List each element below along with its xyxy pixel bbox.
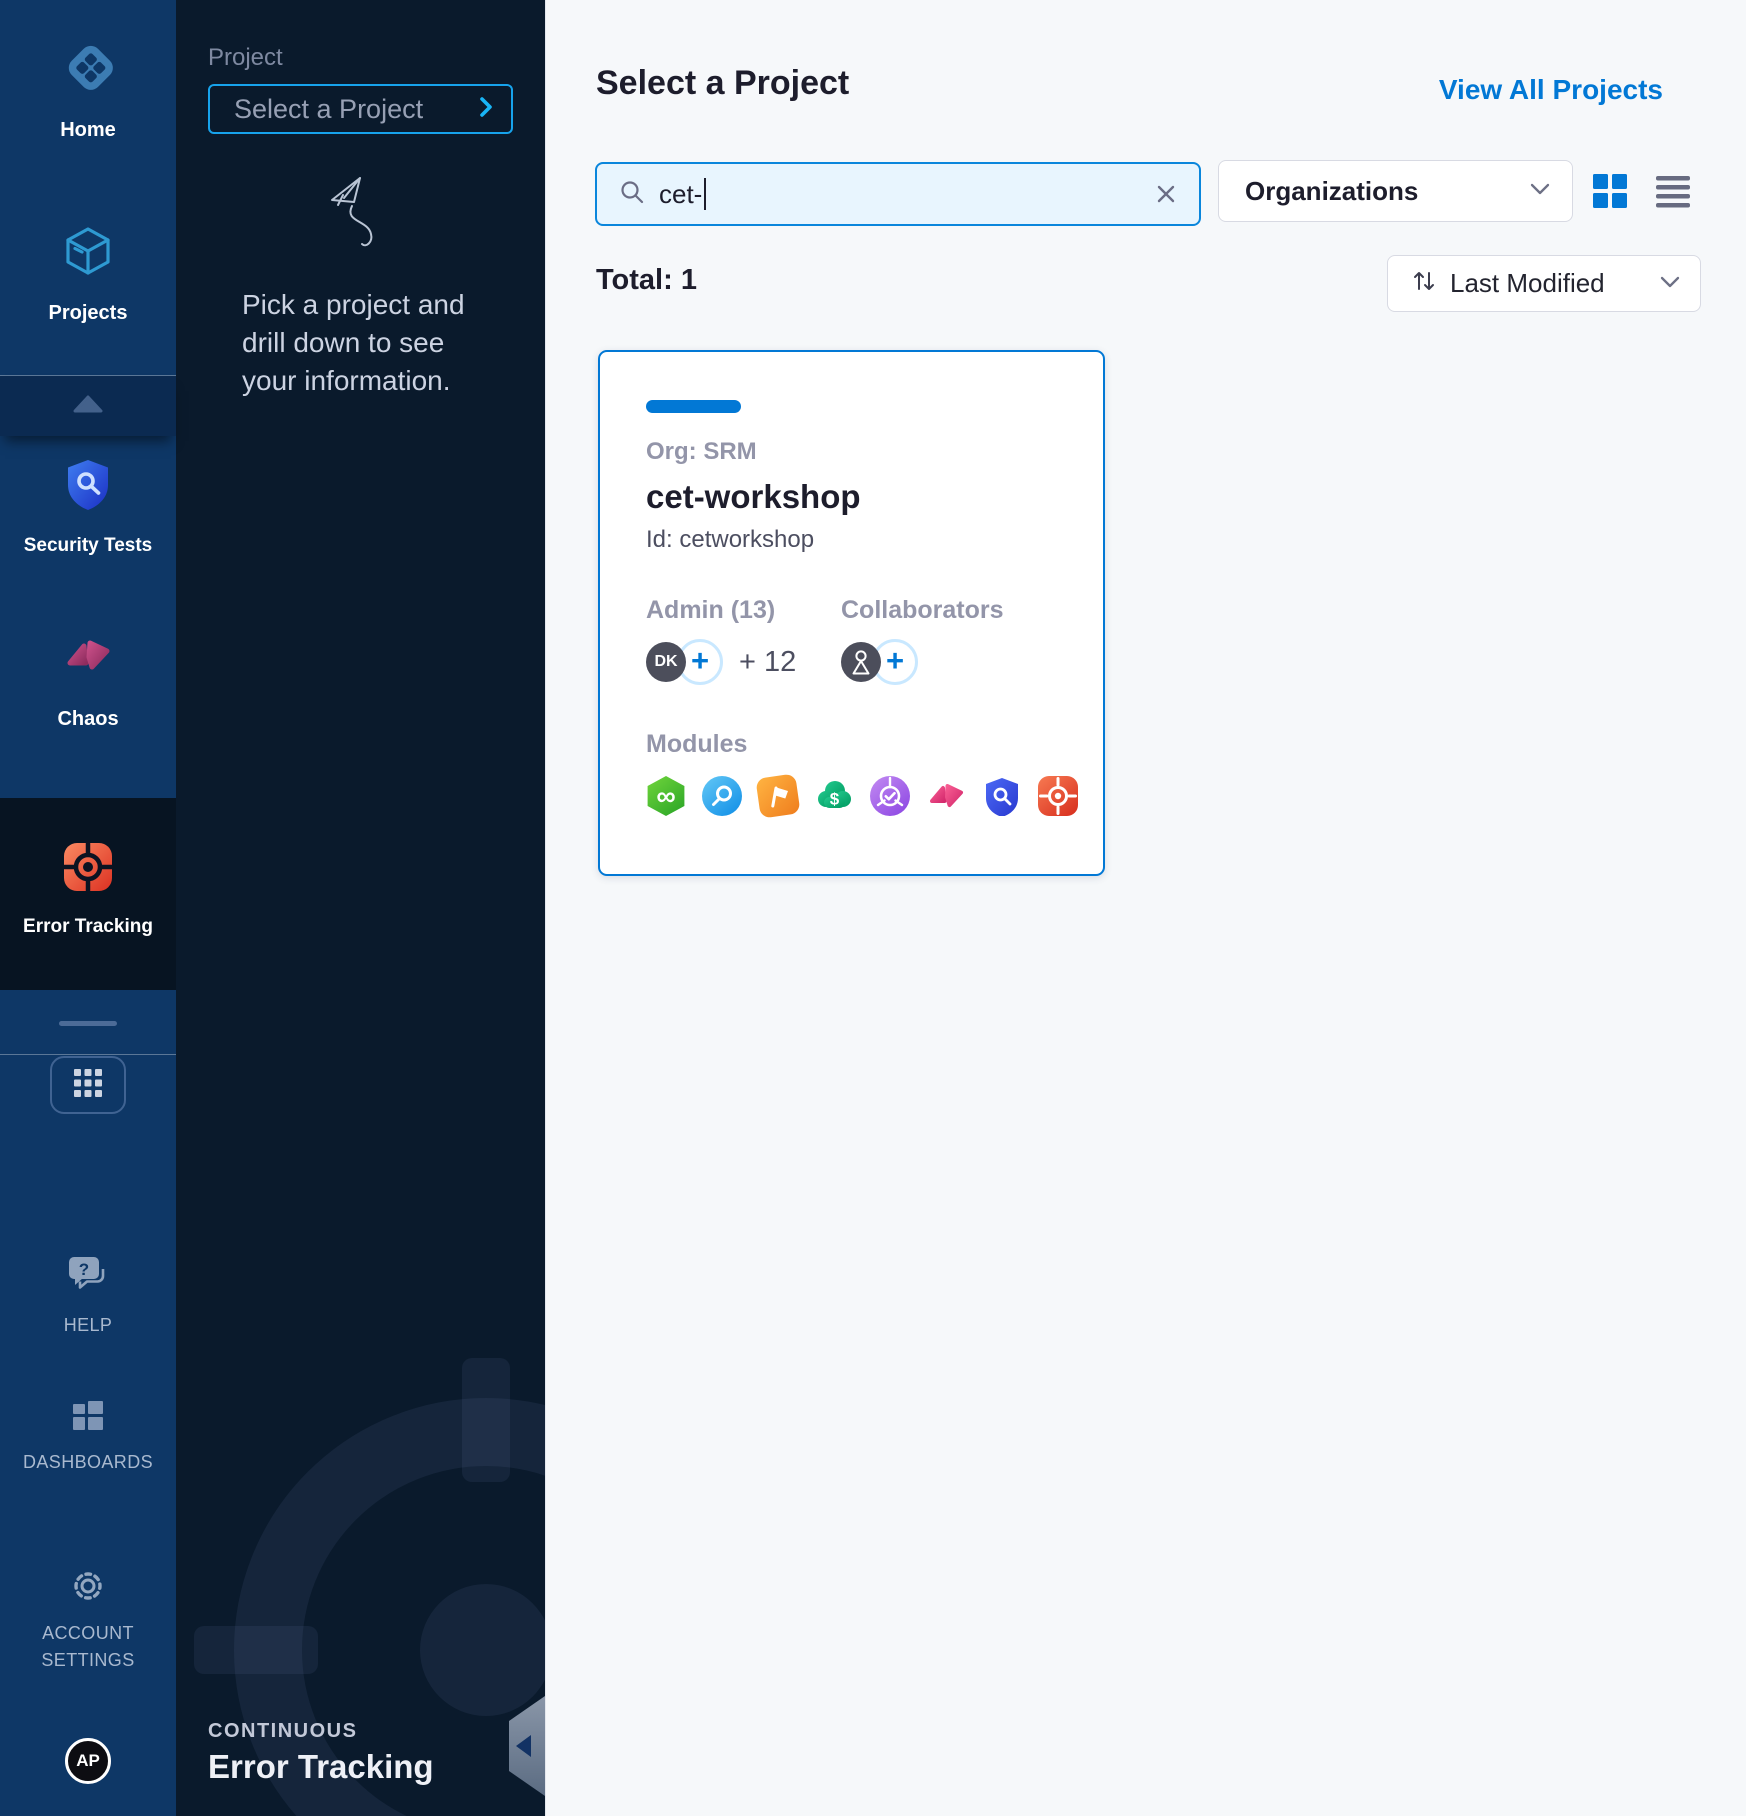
grid-menu-icon — [73, 1068, 103, 1103]
sidebar-item-label: Error Tracking — [23, 916, 153, 938]
sidebar-item-label: Chaos — [57, 708, 118, 731]
search-input[interactable]: cet- — [595, 162, 1201, 226]
organizations-filter-value: Organizations — [1245, 176, 1530, 207]
grid-view-toggle[interactable] — [1593, 174, 1627, 208]
sidebar-item-help[interactable]: ? HELP — [0, 1254, 176, 1339]
security-tests-icon — [64, 458, 112, 517]
cloud-costs-module-icon: $ — [814, 776, 854, 816]
security-tests-module-icon — [982, 776, 1022, 816]
svg-text:$: $ — [830, 790, 840, 809]
sidebar-item-dashboards[interactable]: DASHBOARDS — [0, 1398, 176, 1476]
module-kicker: CONTINUOUS — [208, 1720, 357, 1743]
main-content: Select a Project View All Projects cet- … — [545, 0, 1746, 1816]
project-id: Id: cetworkshop — [646, 526, 814, 554]
help-chat-icon: ? — [65, 1254, 111, 1303]
sidebar-item-error-tracking[interactable]: Error Tracking — [0, 840, 176, 938]
sidebar-item-projects[interactable]: Projects — [0, 224, 176, 325]
project-panel-label: Project — [208, 44, 283, 72]
panel-collapse-button[interactable] — [509, 1696, 545, 1796]
srm-module-icon — [870, 776, 910, 816]
avatar-initials: AP — [76, 1751, 100, 1771]
sidebar-item-chaos[interactable]: Chaos — [0, 630, 176, 731]
collaborator-avatars: + — [841, 639, 918, 685]
dashboards-icon — [69, 1398, 107, 1441]
admin-avatars: DK + + 12 — [646, 639, 796, 685]
sidebar-item-label: DASHBOARDS — [23, 1449, 153, 1476]
projects-icon — [61, 224, 115, 283]
chaos-module-icon — [926, 776, 966, 816]
project-org: Org: SRM — [646, 438, 757, 466]
modules-label: Modules — [646, 730, 747, 759]
app-root: Home Projects — [0, 0, 1746, 1816]
chevron-left-icon — [516, 1735, 531, 1757]
chevron-up-icon — [73, 395, 103, 418]
project-name: cet-workshop — [646, 478, 861, 516]
sort-dropdown[interactable]: Last Modified — [1387, 255, 1701, 312]
chevron-right-icon — [479, 96, 493, 123]
chevron-down-icon — [1530, 182, 1550, 200]
clear-search-icon[interactable] — [1155, 183, 1177, 205]
search-value: cet- — [659, 179, 702, 210]
project-card[interactable]: Org: SRM cet-workshop Id: cetworkshop Ad… — [598, 350, 1105, 876]
ci-module-icon: ∞ — [646, 776, 686, 816]
error-tracking-icon — [61, 840, 115, 899]
chevron-down-icon — [1660, 275, 1680, 293]
module-sidebar: Home Projects — [0, 0, 176, 1816]
sidebar-item-account-settings[interactable]: ACCOUNTSETTINGS — [0, 1566, 176, 1674]
module-icons-row: ∞ — [646, 776, 1078, 816]
collaborator-avatar[interactable] — [841, 642, 881, 682]
list-view-icon — [1656, 174, 1690, 208]
list-view-toggle[interactable] — [1656, 174, 1690, 208]
sidebar-scroll-up[interactable] — [0, 376, 176, 436]
grid-view-icon — [1593, 174, 1627, 208]
admin-label: Admin (13) — [646, 596, 775, 625]
chaos-icon — [62, 630, 114, 687]
sidebar-item-label: Projects — [49, 302, 128, 325]
view-all-projects-link[interactable]: View All Projects — [1439, 74, 1663, 106]
sort-arrows-icon — [1410, 267, 1438, 300]
text-caret — [704, 178, 706, 210]
project-selector[interactable]: Select a Project — [208, 84, 513, 134]
feature-flags-module-icon — [755, 773, 800, 818]
project-nav-panel: Project Select a Project Pick a project … — [176, 0, 545, 1816]
person-icon — [848, 648, 874, 676]
sidebar-item-label: Security Tests — [24, 535, 152, 557]
sidebar-active-section: Error Tracking — [0, 798, 176, 990]
search-icon — [619, 179, 645, 210]
project-color-bar — [646, 400, 741, 413]
svg-text:?: ? — [79, 1260, 89, 1279]
sidebar-divider — [0, 1054, 176, 1055]
page-title: Select a Project — [596, 64, 849, 103]
home-icon — [58, 44, 118, 101]
project-selector-value: Select a Project — [234, 94, 479, 125]
module-switcher-button[interactable] — [50, 1056, 126, 1114]
results-total: Total: 1 — [596, 264, 697, 297]
sidebar-item-label: ACCOUNTSETTINGS — [41, 1620, 134, 1674]
sidebar-item-home[interactable]: Home — [0, 44, 176, 142]
paper-plane-illustration — [294, 168, 454, 273]
admin-avatar[interactable]: DK — [646, 642, 686, 682]
cd-discovery-module-icon — [702, 776, 742, 816]
error-tracking-module-icon — [1038, 776, 1078, 816]
sidebar-item-security-tests[interactable]: Security Tests — [0, 458, 176, 557]
module-title: Error Tracking — [208, 1748, 434, 1786]
user-avatar[interactable]: AP — [65, 1738, 111, 1784]
admin-more-count: + 12 — [739, 646, 796, 679]
organizations-filter-dropdown[interactable]: Organizations — [1218, 160, 1573, 222]
sort-value: Last Modified — [1450, 268, 1660, 299]
gear-icon — [68, 1566, 108, 1611]
sidebar-resize-handle[interactable] — [59, 1021, 117, 1026]
sidebar-item-label: Home — [60, 119, 116, 142]
project-panel-hint: Pick a project and drill down to see you… — [242, 286, 502, 400]
collaborators-label: Collaborators — [841, 596, 1004, 625]
sidebar-item-label: HELP — [64, 1312, 113, 1339]
